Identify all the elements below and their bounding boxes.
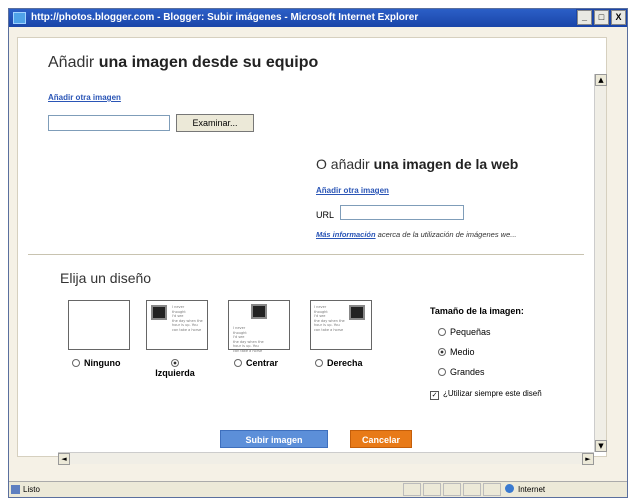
close-button[interactable]: X xyxy=(611,10,626,25)
url-input[interactable] xyxy=(340,205,464,220)
image-icon xyxy=(151,305,167,320)
window-title: http://photos.blogger.com - Blogger: Sub… xyxy=(31,12,419,23)
globe-icon xyxy=(505,484,514,493)
radio-selected-icon[interactable] xyxy=(171,359,179,367)
image-icon xyxy=(349,305,365,320)
layout-thumb-right[interactable]: I never thought I'd see the day when the… xyxy=(310,300,372,350)
status-cell xyxy=(463,483,481,496)
status-cell xyxy=(403,483,421,496)
add-another-web-link[interactable]: Añadir otra imagen xyxy=(316,186,389,195)
size-option-small-label: Pequeñas xyxy=(450,327,491,337)
web-heading-bold: una imagen de la web xyxy=(373,156,519,172)
scroll-right-icon[interactable]: ► xyxy=(582,453,594,465)
maximize-button[interactable]: □ xyxy=(594,10,609,25)
browse-button[interactable]: Examinar... xyxy=(176,114,254,132)
upload-button[interactable]: Subir imagen xyxy=(220,430,328,448)
layout-option-center[interactable]: Centrar xyxy=(234,358,278,368)
cancel-button[interactable]: Cancelar xyxy=(350,430,412,448)
radio-icon[interactable] xyxy=(234,359,242,367)
size-option-large[interactable]: Grandes xyxy=(438,367,485,377)
scroll-down-icon[interactable]: ▼ xyxy=(595,440,607,452)
upload-panel: Añadir una imagen desde su equipo Añadir… xyxy=(17,37,607,465)
vertical-scrollbar[interactable]: ▲ ▼ xyxy=(594,74,607,452)
layout-option-left-label: Izquierda xyxy=(155,368,195,378)
status-cell xyxy=(443,483,461,496)
url-label: URL xyxy=(316,210,335,220)
security-zone: Internet xyxy=(505,482,545,497)
layout-option-right[interactable]: Derecha xyxy=(315,358,363,368)
window-controls: _ □ X xyxy=(576,9,627,27)
scroll-left-icon[interactable]: ◄ xyxy=(58,453,70,465)
layout-thumb-left[interactable]: I never thought I'd see the day when the… xyxy=(146,300,208,350)
checkbox-checked-icon[interactable]: ✓ xyxy=(430,391,439,400)
zone-label: Internet xyxy=(518,485,546,494)
layout-option-center-label: Centrar xyxy=(246,358,279,368)
web-heading: O añadir una imagen de la web xyxy=(316,156,518,172)
local-heading-light: Añadir xyxy=(48,54,99,71)
scroll-up-icon[interactable]: ▲ xyxy=(595,74,607,86)
file-path-input[interactable] xyxy=(48,115,170,131)
layout-option-right-label: Derecha xyxy=(327,358,363,368)
title-bar: http://photos.blogger.com - Blogger: Sub… xyxy=(9,9,627,27)
ie-icon xyxy=(13,12,26,24)
more-info-line: Más información acerca de la utilización… xyxy=(316,230,517,239)
layout-option-none-label: Ninguno xyxy=(84,358,121,368)
size-option-large-label: Grandes xyxy=(450,367,485,377)
thumb-text: I never thought I'd see the day when the… xyxy=(233,326,264,353)
page-icon xyxy=(11,485,20,494)
add-another-local-link[interactable]: Añadir otra imagen xyxy=(48,93,121,102)
radio-icon[interactable] xyxy=(438,328,446,336)
always-use-layout-label: ¿Utilizar siempre este diseñ xyxy=(443,389,542,398)
size-option-medium[interactable]: Medio xyxy=(438,347,475,357)
size-title: Tamaño de la imagen: xyxy=(430,306,524,316)
minimize-button[interactable]: _ xyxy=(577,10,592,25)
more-info-link[interactable]: Más información xyxy=(316,230,376,239)
layout-thumb-center[interactable]: I never thought I'd see the day when the… xyxy=(228,300,290,353)
radio-icon[interactable] xyxy=(72,359,80,367)
always-use-layout[interactable]: ✓ ¿Utilizar siempre este diseñ xyxy=(430,389,542,400)
status-cell xyxy=(423,483,441,496)
more-info-text: acerca de la utilización de imágenes we.… xyxy=(375,230,517,239)
status-cell xyxy=(483,483,501,496)
radio-icon[interactable] xyxy=(315,359,323,367)
thumb-text: I never thought I'd see the day when the… xyxy=(314,305,345,332)
screen: http://photos.blogger.com - Blogger: Sub… xyxy=(0,0,628,498)
browser-window: http://photos.blogger.com - Blogger: Sub… xyxy=(8,8,628,498)
horizontal-scrollbar[interactable]: ◄ ► xyxy=(58,452,594,465)
status-bar: Listo Internet xyxy=(9,481,627,497)
radio-selected-icon[interactable] xyxy=(438,348,446,356)
section-divider xyxy=(28,254,584,255)
image-icon xyxy=(251,304,267,319)
size-option-small[interactable]: Pequeñas xyxy=(438,327,491,337)
thumb-text: I never thought I'd see the day when the… xyxy=(172,305,203,332)
local-heading-bold: una imagen desde su equipo xyxy=(98,54,319,71)
radio-icon[interactable] xyxy=(438,368,446,376)
layout-thumb-none[interactable] xyxy=(68,300,130,350)
layout-option-none[interactable]: Ninguno xyxy=(72,358,121,368)
size-option-medium-label: Medio xyxy=(450,347,475,357)
web-heading-light: O añadir xyxy=(316,156,374,172)
layout-heading: Elija un diseño xyxy=(60,270,152,286)
status-text: Listo xyxy=(23,485,40,494)
page-content: Añadir una imagen desde su equipo Añadir… xyxy=(9,27,627,481)
layout-option-left[interactable]: Izquierda xyxy=(153,358,197,378)
local-heading: Añadir una imagen desde su equipo xyxy=(48,54,318,72)
